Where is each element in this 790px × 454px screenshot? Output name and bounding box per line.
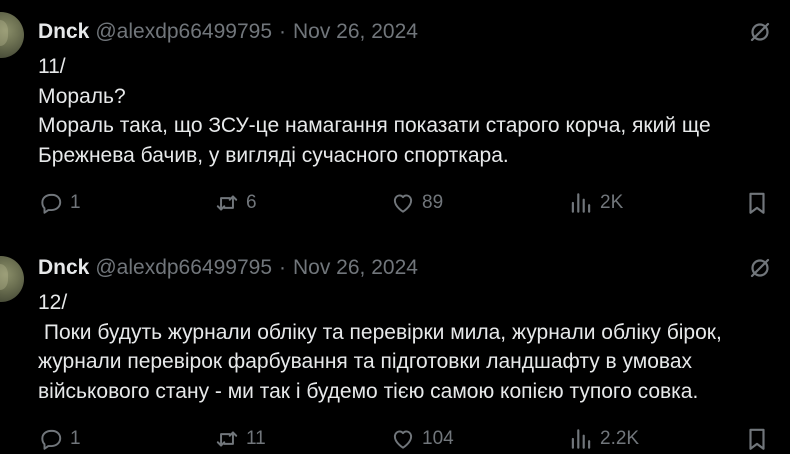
views-icon: [568, 426, 594, 452]
author-handle[interactable]: @alexdp66499795: [95, 20, 272, 44]
retweet-icon: [214, 190, 240, 216]
bookmark-icon: [744, 190, 770, 216]
like-count: 89: [422, 192, 444, 213]
like-count: 104: [422, 428, 454, 449]
views-icon: [568, 190, 594, 216]
avatar[interactable]: [0, 256, 24, 302]
like-button[interactable]: 104: [390, 425, 454, 453]
grok-icon[interactable]: [748, 256, 772, 280]
separator-dot: ·: [279, 20, 286, 43]
tweet-date[interactable]: Nov 26, 2024: [293, 20, 418, 44]
like-button[interactable]: 89: [390, 189, 443, 217]
retweet-count: 11: [246, 428, 266, 449]
reply-count: 1: [70, 192, 81, 213]
heart-icon: [390, 190, 416, 216]
tweet-text: 11/ Мораль? Мораль така, що ЗСУ-це намаг…: [38, 55, 711, 167]
bookmark-icon: [744, 426, 770, 452]
separator-dot: ·: [279, 256, 286, 279]
views-button[interactable]: 2.2K: [568, 425, 639, 453]
retweet-button[interactable]: 11: [214, 425, 266, 453]
author-name[interactable]: Dnck: [38, 20, 89, 44]
tweet-actions: 1 6 89 2K: [38, 189, 770, 217]
reply-button[interactable]: 1: [38, 425, 81, 453]
tweet[interactable]: Dnck @alexdp66499795 · Nov 26, 2024 12/ …: [0, 236, 790, 454]
views-count: 2K: [600, 192, 624, 213]
reply-button[interactable]: 1: [38, 189, 81, 217]
bookmark-button[interactable]: [744, 425, 770, 453]
bookmark-button[interactable]: [744, 189, 770, 217]
retweet-count: 6: [246, 192, 257, 213]
tweet-date[interactable]: Nov 26, 2024: [293, 256, 418, 280]
tweet-header: Dnck @alexdp66499795 · Nov 26, 2024: [38, 255, 418, 281]
views-count: 2.2K: [600, 428, 640, 449]
reply-icon: [38, 426, 64, 452]
retweet-button[interactable]: 6: [214, 189, 257, 217]
views-button[interactable]: 2K: [568, 189, 623, 217]
tweet-actions: 1 11 104 2.2K: [38, 425, 770, 453]
tweet-header: Dnck @alexdp66499795 · Nov 26, 2024: [38, 19, 418, 45]
retweet-icon: [214, 426, 240, 452]
author-handle[interactable]: @alexdp66499795: [95, 256, 272, 280]
reply-count: 1: [70, 428, 81, 449]
tweet[interactable]: Dnck @alexdp66499795 · Nov 26, 2024 11/ …: [0, 0, 790, 236]
reply-icon: [38, 190, 64, 216]
grok-icon[interactable]: [748, 20, 772, 44]
author-name[interactable]: Dnck: [38, 256, 89, 280]
avatar[interactable]: [0, 12, 24, 58]
tweet-text: 12/ Поки будуть журнали обліку та переві…: [38, 291, 722, 403]
heart-icon: [390, 426, 416, 452]
